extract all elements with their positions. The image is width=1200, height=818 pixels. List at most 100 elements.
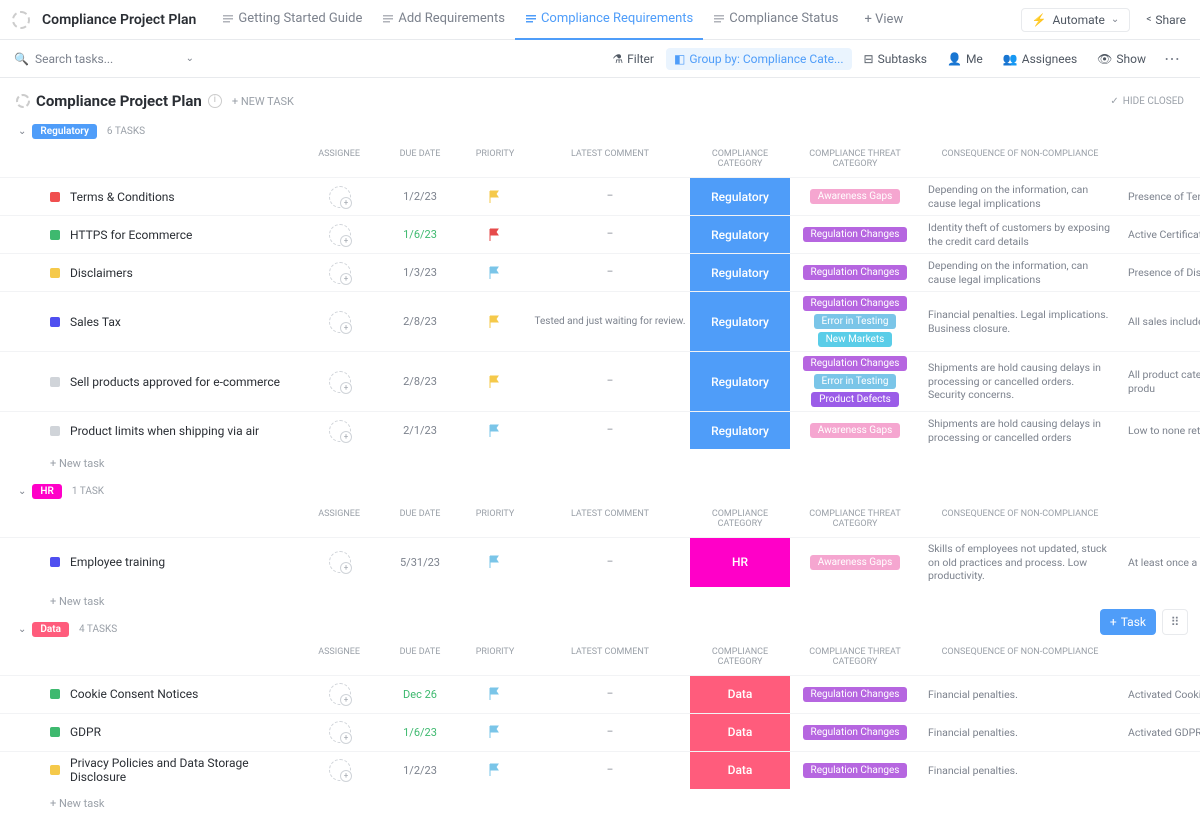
col-perform[interactable]: PERFORM [1120, 505, 1200, 533]
threat-cell[interactable]: Regulation Changes [790, 721, 920, 744]
perform-cell[interactable]: Activated GDPR [1120, 722, 1200, 744]
assignee-cell[interactable] [300, 717, 380, 747]
task-name-cell[interactable]: Sell products approved for e-commerce [0, 375, 300, 389]
consequence-cell[interactable]: Financial penalties. Legal implications.… [920, 304, 1120, 339]
automate-button[interactable]: ⚡ Automate ⌄ [1021, 8, 1131, 32]
col-comment[interactable]: LATEST COMMENT [530, 643, 690, 671]
due-cell[interactable]: 2/1/23 [380, 420, 460, 441]
comment-cell[interactable]: – [530, 187, 690, 206]
due-cell[interactable]: 2/8/23 [380, 311, 460, 332]
col-category[interactable]: COMPLIANCE CATEGORY [690, 505, 790, 533]
assignee-icon[interactable] [329, 683, 351, 705]
due-cell[interactable]: 1/6/23 [380, 224, 460, 245]
col-priority[interactable]: PRIORITY [460, 505, 530, 533]
threat-tag[interactable]: Error in Testing [814, 314, 897, 329]
task-row[interactable]: Terms & Conditions 1/2/23 – Regulatory A… [0, 177, 1200, 215]
threat-cell[interactable]: Regulation ChangesError in TestingNew Ma… [790, 292, 920, 351]
category-cell[interactable]: Data [690, 752, 790, 789]
category-cell[interactable]: Regulatory [690, 292, 790, 351]
threat-cell[interactable]: Awareness Gaps [790, 419, 920, 442]
col-conseq[interactable]: CONSEQUENCE OF NON-COMPLIANCE [920, 505, 1120, 533]
threat-tag[interactable]: Regulation Changes [803, 265, 908, 280]
assignee-icon[interactable] [329, 186, 351, 208]
assignee-icon[interactable] [329, 759, 351, 781]
col-due[interactable]: DUE DATE [380, 145, 460, 173]
assignee-cell[interactable] [300, 220, 380, 250]
due-cell[interactable]: 1/2/23 [380, 760, 460, 781]
tab-1[interactable]: Add Requirements [372, 0, 515, 40]
task-row[interactable]: HTTPS for Ecommerce 1/6/23 – Regulatory … [0, 215, 1200, 253]
task-name-cell[interactable]: Disclaimers [0, 266, 300, 280]
consequence-cell[interactable]: Skills of employees not updated, stuck o… [920, 538, 1120, 587]
show-button[interactable]: 👁Show [1089, 48, 1154, 70]
due-cell[interactable]: 1/3/23 [380, 262, 460, 283]
col-due[interactable]: DUE DATE [380, 643, 460, 671]
threat-tag[interactable]: Product Defects [811, 392, 899, 407]
task-row[interactable]: Employee training 5/31/23 – HR Awareness… [0, 537, 1200, 587]
perform-cell[interactable]: Presence of Disclair [1120, 262, 1200, 284]
comment-cell[interactable]: Tested and just waiting for review. [530, 312, 690, 331]
fab-apps-button[interactable]: ⠿ [1162, 609, 1188, 635]
assignee-cell[interactable] [300, 755, 380, 785]
assignee-icon[interactable] [329, 224, 351, 246]
threat-cell[interactable]: Awareness Gaps [790, 551, 920, 574]
task-name-cell[interactable]: Terms & Conditions [0, 190, 300, 204]
comment-cell[interactable]: – [530, 761, 690, 780]
task-name-cell[interactable]: Sales Tax [0, 315, 300, 329]
status-square[interactable] [50, 317, 60, 327]
due-cell[interactable]: 2/8/23 [380, 371, 460, 392]
col-perform[interactable]: PERFORM [1120, 145, 1200, 173]
consequence-cell[interactable]: Financial penalties. [920, 684, 1120, 706]
threat-tag[interactable]: Regulation Changes [803, 687, 908, 702]
tab-3[interactable]: Compliance Status [703, 0, 848, 40]
threat-cell[interactable]: Regulation Changes [790, 759, 920, 782]
perform-cell[interactable]: Active Certificate fo [1120, 224, 1200, 246]
share-button[interactable]: < Share [1138, 9, 1194, 31]
threat-tag[interactable]: Regulation Changes [803, 356, 908, 371]
category-cell[interactable]: Data [690, 676, 790, 713]
me-button[interactable]: 👤Me [939, 48, 991, 70]
assignee-icon[interactable] [329, 371, 351, 393]
assignee-icon[interactable] [329, 721, 351, 743]
comment-cell[interactable]: – [530, 553, 690, 572]
category-cell[interactable]: Data [690, 714, 790, 751]
perform-cell[interactable]: Low to none return via air constraint [1120, 420, 1200, 442]
perform-cell[interactable]: At least once a year [1120, 552, 1200, 574]
comment-cell[interactable]: – [530, 372, 690, 391]
collapse-icon[interactable]: ⌄ [18, 126, 26, 137]
hide-closed-button[interactable]: ✓ HIDE CLOSED [1110, 96, 1184, 107]
fab-task-button[interactable]: +Task [1100, 609, 1156, 635]
info-icon[interactable]: i [208, 94, 222, 108]
perform-cell[interactable]: All product categori the approved produ [1120, 364, 1200, 399]
priority-cell[interactable] [460, 311, 530, 333]
col-threat[interactable]: COMPLIANCE THREAT CATEGORY [790, 145, 920, 173]
consequence-cell[interactable]: Identity theft of customers by exposing … [920, 217, 1120, 252]
priority-cell[interactable] [460, 683, 530, 705]
due-cell[interactable]: 5/31/23 [380, 552, 460, 573]
new-task-button[interactable]: + New task [0, 789, 1200, 818]
assignee-icon[interactable] [329, 420, 351, 442]
task-row[interactable]: Privacy Policies and Data Storage Disclo… [0, 751, 1200, 789]
group-pill[interactable]: HR [32, 484, 61, 499]
perform-cell[interactable]: All sales include sal [1120, 311, 1200, 333]
assignees-button[interactable]: 👥Assignees [995, 48, 1085, 70]
task-row[interactable]: GDPR 1/6/23 – Data Regulation Changes Fi… [0, 713, 1200, 751]
tab-2[interactable]: Compliance Requirements [515, 0, 703, 40]
col-assignee[interactable]: ASSIGNEE [0, 145, 380, 173]
col-threat[interactable]: COMPLIANCE THREAT CATEGORY [790, 643, 920, 671]
task-name-cell[interactable]: HTTPS for Ecommerce [0, 228, 300, 242]
col-assignee[interactable]: ASSIGNEE [0, 643, 380, 671]
threat-tag[interactable]: Error in Testing [814, 374, 897, 389]
status-square[interactable] [50, 192, 60, 202]
subtasks-button[interactable]: ⊟Subtasks [856, 48, 935, 70]
threat-cell[interactable]: Awareness Gaps [790, 185, 920, 208]
assignee-cell[interactable] [300, 679, 380, 709]
status-square[interactable] [50, 727, 60, 737]
status-square[interactable] [50, 689, 60, 699]
comment-cell[interactable]: – [530, 421, 690, 440]
category-cell[interactable]: HR [690, 538, 790, 587]
due-cell[interactable]: 1/6/23 [380, 722, 460, 743]
threat-cell[interactable]: Regulation Changes [790, 683, 920, 706]
threat-tag[interactable]: Awareness Gaps [810, 555, 901, 570]
new-task-button[interactable]: + New task [0, 449, 1200, 478]
